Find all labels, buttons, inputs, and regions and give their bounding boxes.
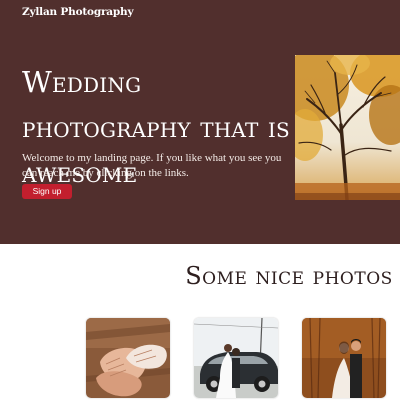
gallery-photo-vintage-car[interactable]: [194, 318, 278, 398]
signup-button[interactable]: Sign up: [22, 184, 72, 199]
hero-autumn-tree-photo: [295, 55, 400, 200]
brand-logo[interactable]: Zyllan Photography: [22, 6, 134, 18]
gallery-title: Some nice photos: [185, 262, 393, 290]
gallery-photo-couple[interactable]: [302, 318, 386, 398]
hero-intro-text: Welcome to my landing page. If you like …: [22, 152, 282, 179]
hero-section: Zyllan Photography Wedding photography t…: [0, 0, 400, 244]
gallery-photo-hands[interactable]: [86, 318, 170, 398]
